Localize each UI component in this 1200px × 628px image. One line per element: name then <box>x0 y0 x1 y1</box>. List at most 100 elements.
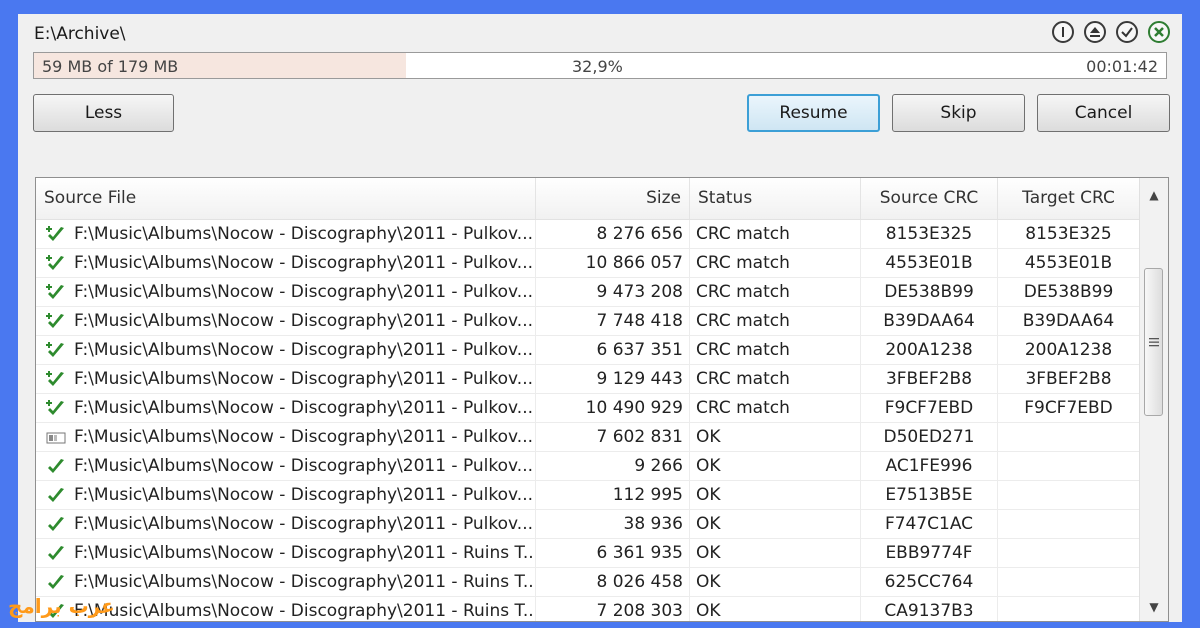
source-file-cell: F:\Music\Albums\Nocow - Discography\2011… <box>36 365 536 394</box>
progress-percent: 32,9% <box>572 57 623 76</box>
header-status[interactable]: Status <box>690 178 861 219</box>
source-crc-cell: D50ED271 <box>861 423 998 452</box>
eject-icon[interactable] <box>1084 21 1106 43</box>
header-source-file[interactable]: Source File <box>36 178 536 219</box>
target-crc-cell <box>998 452 1140 481</box>
table-row[interactable]: F:\Music\Albums\Nocow - Discography\2011… <box>36 278 1140 307</box>
table-row[interactable]: F:\Music\Albums\Nocow - Discography\2011… <box>36 539 1140 568</box>
header-size[interactable]: Size <box>536 178 690 219</box>
source-file-cell: F:\Music\Albums\Nocow - Discography\2011… <box>36 307 536 336</box>
skip-button[interactable]: Skip <box>892 94 1025 132</box>
size-cell: 8 276 656 <box>536 220 690 249</box>
source-crc-cell: DE538B99 <box>861 278 998 307</box>
status-cell: CRC match <box>690 336 861 365</box>
watermark-logo: عرب برامج <box>8 594 115 618</box>
table-row[interactable]: F:\Music\Albums\Nocow - Discography\2011… <box>36 481 1140 510</box>
target-crc-cell <box>998 568 1140 597</box>
source-crc-cell: 625CC764 <box>861 568 998 597</box>
table-row[interactable]: F:\Music\Albums\Nocow - Discography\2011… <box>36 336 1140 365</box>
title-icon-group <box>1052 21 1170 43</box>
source-file-cell: F:\Music\Albums\Nocow - Discography\2011… <box>36 539 536 568</box>
size-cell: 6 361 935 <box>536 539 690 568</box>
destination-path: E:\Archive\ <box>34 24 126 44</box>
file-list-table: Source File Size Status Source CRC Targe… <box>35 177 1169 622</box>
table-row[interactable]: F:\Music\Albums\Nocow - Discography\2011… <box>36 307 1140 336</box>
check-icon[interactable] <box>1116 21 1138 43</box>
target-crc-cell: 200A1238 <box>998 336 1140 365</box>
target-crc-cell <box>998 510 1140 539</box>
target-crc-cell: DE538B99 <box>998 278 1140 307</box>
source-file-cell: F:\Music\Albums\Nocow - Discography\2011… <box>36 394 536 423</box>
status-cell: CRC match <box>690 278 861 307</box>
vertical-scrollbar[interactable]: ▲ ▼ <box>1139 178 1168 621</box>
status-cell: OK <box>690 481 861 510</box>
target-crc-cell: 3FBEF2B8 <box>998 365 1140 394</box>
source-file-cell: F:\Music\Albums\Nocow - Discography\2011… <box>36 510 536 539</box>
source-crc-cell: 3FBEF2B8 <box>861 365 998 394</box>
header-source-crc[interactable]: Source CRC <box>861 178 998 219</box>
size-cell: 9 473 208 <box>536 278 690 307</box>
less-button[interactable]: Less <box>33 94 174 132</box>
target-crc-cell: 4553E01B <box>998 249 1140 278</box>
source-crc-cell: B39DAA64 <box>861 307 998 336</box>
table-row[interactable]: F:\Music\Albums\Nocow - Discography\2011… <box>36 597 1140 621</box>
status-cell: OK <box>690 568 861 597</box>
target-crc-cell <box>998 539 1140 568</box>
progress-copied: 59 MB of 179 MB <box>42 57 179 76</box>
source-crc-cell: 200A1238 <box>861 336 998 365</box>
size-cell: 38 936 <box>536 510 690 539</box>
table-row[interactable]: F:\Music\Albums\Nocow - Discography\2011… <box>36 249 1140 278</box>
source-crc-cell: 4553E01B <box>861 249 998 278</box>
header-target-crc[interactable]: Target CRC <box>998 178 1140 219</box>
copy-dialog-window: E:\Archive\ 59 MB of 179 MB 32,9% 00:01:… <box>18 14 1182 622</box>
cancel-button[interactable]: Cancel <box>1037 94 1170 132</box>
status-cell: OK <box>690 452 861 481</box>
size-cell: 7 208 303 <box>536 597 690 621</box>
target-crc-cell <box>998 481 1140 510</box>
table-row[interactable]: F:\Music\Albums\Nocow - Discography\2011… <box>36 423 1140 452</box>
status-cell: CRC match <box>690 220 861 249</box>
status-cell: OK <box>690 423 861 452</box>
table-row[interactable]: F:\Music\Albums\Nocow - Discography\2011… <box>36 365 1140 394</box>
table-row[interactable]: F:\Music\Albums\Nocow - Discography\2011… <box>36 394 1140 423</box>
source-file-cell: F:\Music\Albums\Nocow - Discography\2011… <box>36 220 536 249</box>
status-cell: CRC match <box>690 249 861 278</box>
status-cell: CRC match <box>690 307 861 336</box>
source-file-cell: F:\Music\Albums\Nocow - Discography\2011… <box>36 423 536 452</box>
source-crc-cell: F747C1AC <box>861 510 998 539</box>
size-cell: 7 748 418 <box>536 307 690 336</box>
scroll-thumb[interactable] <box>1144 268 1163 416</box>
table-row[interactable]: F:\Music\Albums\Nocow - Discography\2011… <box>36 452 1140 481</box>
source-crc-cell: EBB9774F <box>861 539 998 568</box>
close-icon[interactable] <box>1148 21 1170 43</box>
target-crc-cell <box>998 597 1140 621</box>
size-cell: 6 637 351 <box>536 336 690 365</box>
table-row[interactable]: F:\Music\Albums\Nocow - Discography\2011… <box>36 510 1140 539</box>
size-cell: 9 266 <box>536 452 690 481</box>
target-crc-cell <box>998 423 1140 452</box>
status-cell: CRC match <box>690 394 861 423</box>
source-file-cell: F:\Music\Albums\Nocow - Discography\2011… <box>36 278 536 307</box>
source-file-cell: F:\Music\Albums\Nocow - Discography\2011… <box>36 249 536 278</box>
source-file-cell: F:\Music\Albums\Nocow - Discography\2011… <box>36 336 536 365</box>
table-header: Source File Size Status Source CRC Targe… <box>36 178 1140 220</box>
size-cell: 7 602 831 <box>536 423 690 452</box>
grip-icon <box>1149 338 1159 347</box>
status-cell: OK <box>690 510 861 539</box>
status-cell: OK <box>690 597 861 621</box>
size-cell: 10 866 057 <box>536 249 690 278</box>
table-row[interactable]: F:\Music\Albums\Nocow - Discography\2011… <box>36 568 1140 597</box>
scroll-down-icon[interactable]: ▼ <box>1140 595 1168 619</box>
target-crc-cell: 8153E325 <box>998 220 1140 249</box>
info-icon[interactable] <box>1052 21 1074 43</box>
target-crc-cell: B39DAA64 <box>998 307 1140 336</box>
scroll-up-icon[interactable]: ▲ <box>1140 183 1168 207</box>
resume-button[interactable]: Resume <box>747 94 880 132</box>
table-row[interactable]: F:\Music\Albums\Nocow - Discography\2011… <box>36 220 1140 249</box>
size-cell: 112 995 <box>536 481 690 510</box>
size-cell: 9 129 443 <box>536 365 690 394</box>
source-crc-cell: AC1FE996 <box>861 452 998 481</box>
source-crc-cell: E7513B5E <box>861 481 998 510</box>
source-crc-cell: CA9137B3 <box>861 597 998 621</box>
source-file-cell: F:\Music\Albums\Nocow - Discography\2011… <box>36 452 536 481</box>
